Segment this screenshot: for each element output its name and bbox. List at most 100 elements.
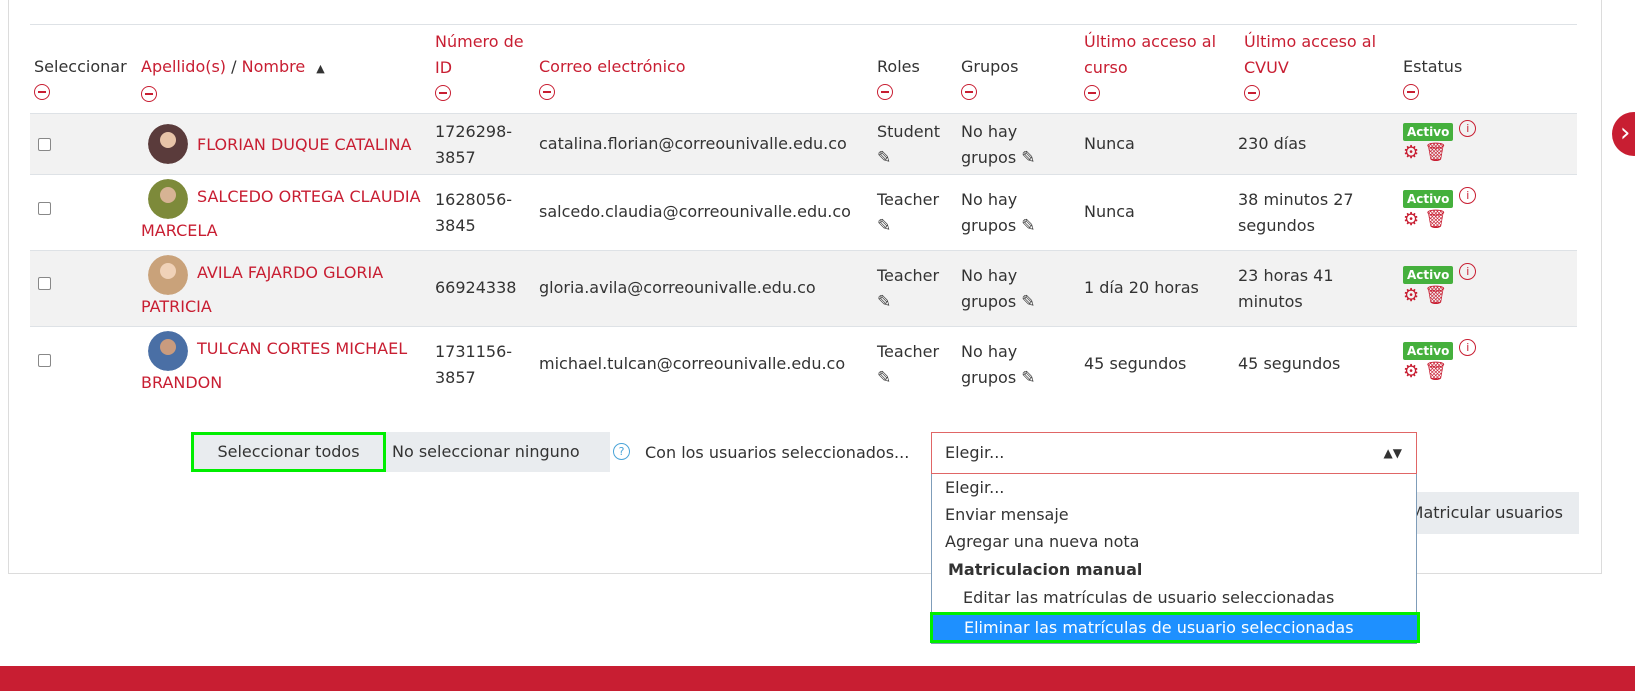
status-cell: Activo i ⚙ 🗑: [1403, 187, 1477, 231]
bulk-action-dropdown: Elegir... Enviar mensaje Agregar una nue…: [930, 474, 1420, 644]
select-all-button[interactable]: Seleccionar todos: [191, 432, 386, 472]
collapse-status-icon[interactable]: [1403, 84, 1419, 100]
user-name-link-cont[interactable]: BRANDON: [141, 366, 222, 399]
option-choose[interactable]: Elegir...: [945, 474, 1004, 501]
user-id: 1628056- 3845: [435, 190, 513, 235]
user-name-link[interactable]: SALCEDO ORTEGA CLAUDIA: [197, 180, 421, 213]
header-email-link[interactable]: Correo electrónico: [539, 57, 686, 76]
page-footer: [0, 666, 1635, 691]
select-value: Elegir...: [945, 443, 1005, 462]
user-groups: No hay grupos ✎: [961, 339, 1036, 391]
select-none-button[interactable]: No seleccionar ninguno: [386, 432, 610, 472]
collapse-groups-icon[interactable]: [961, 84, 977, 100]
status-badge: Activo: [1403, 190, 1454, 208]
avatar: [148, 124, 188, 164]
sort-asc-icon: ▲: [316, 62, 325, 75]
collapse-select-icon[interactable]: [34, 84, 50, 100]
pencil-icon[interactable]: ✎: [1021, 365, 1035, 391]
user-name-link-cont[interactable]: MARCELA: [141, 214, 218, 247]
user-role: Teacher ✎: [877, 339, 939, 391]
last-course-access: Nunca: [1084, 134, 1135, 153]
avatar: [148, 255, 188, 295]
pencil-icon[interactable]: ✎: [1021, 289, 1035, 315]
header-select: Seleccionar: [34, 57, 127, 76]
last-site-access: 230 días: [1238, 134, 1307, 153]
info-icon[interactable]: i: [1459, 339, 1477, 356]
last-course-access: 45 segundos: [1084, 354, 1187, 373]
header-last-course-link[interactable]: Último acceso al curso: [1084, 32, 1216, 77]
collapse-last-course-icon[interactable]: [1084, 85, 1100, 101]
avatar: [148, 331, 188, 371]
user-id: 66924338: [435, 278, 517, 297]
info-icon[interactable]: i: [1459, 120, 1477, 137]
trash-icon[interactable]: 🗑: [1424, 142, 1447, 163]
user-groups: No hay grupos ✎: [961, 119, 1036, 171]
option-send-message[interactable]: Enviar mensaje: [945, 501, 1069, 528]
collapse-id-icon[interactable]: [435, 85, 451, 101]
user-name-link[interactable]: AVILA FAJARDO GLORIA: [197, 256, 383, 289]
avatar: [148, 179, 188, 219]
info-icon[interactable]: i: [1459, 187, 1477, 204]
option-edit-enrolments[interactable]: Editar las matrículas de usuario selecci…: [963, 584, 1334, 611]
trash-icon[interactable]: 🗑: [1424, 361, 1447, 382]
trash-icon[interactable]: 🗑: [1424, 285, 1447, 306]
last-site-access: 38 minutos 27 segundos: [1238, 190, 1354, 235]
pencil-icon[interactable]: ✎: [1021, 213, 1035, 239]
with-selected-label: Con los usuarios seleccionados...: [645, 443, 910, 462]
user-email: michael.tulcan@correounivalle.edu.co: [539, 354, 846, 373]
status-cell: Activo i ⚙ 🗑: [1403, 263, 1477, 307]
option-add-note[interactable]: Agregar una nueva nota: [945, 528, 1139, 555]
last-course-access: Nunca: [1084, 202, 1135, 221]
table-row: SALCEDO ORTEGA CLAUDIA MARCELA 1628056- 3…: [30, 174, 1577, 251]
row-checkbox[interactable]: [38, 277, 51, 290]
user-role: Teacher ✎: [877, 187, 939, 239]
user-name-link[interactable]: FLORIAN DUQUE CATALINA: [197, 128, 411, 161]
status-badge: Activo: [1403, 266, 1454, 284]
user-role: Teacher ✎: [877, 263, 939, 315]
header-last-site-link[interactable]: Último acceso al CVUV: [1244, 32, 1376, 77]
user-email: gloria.avila@correounivalle.edu.co: [539, 278, 816, 297]
gear-icon[interactable]: ⚙: [1403, 361, 1419, 382]
collapse-roles-icon[interactable]: [877, 84, 893, 100]
header-id-link[interactable]: Número de ID: [435, 32, 524, 77]
gear-icon[interactable]: ⚙: [1403, 285, 1419, 306]
collapse-name-icon[interactable]: [141, 86, 157, 102]
gear-icon[interactable]: ⚙: [1403, 209, 1419, 230]
status-cell: Activo i ⚙ 🗑: [1403, 339, 1477, 383]
header-groups: Grupos: [961, 57, 1019, 76]
table-row: AVILA FAJARDO GLORIA PATRICIA 66924338 g…: [30, 250, 1577, 327]
question-circle-icon[interactable]: ?: [613, 443, 630, 460]
status-badge: Activo: [1403, 123, 1454, 141]
table-row: FLORIAN DUQUE CATALINA 1726298- 3857 cata…: [30, 113, 1577, 175]
header-surname-link[interactable]: Apellido(s): [141, 57, 226, 76]
pencil-icon[interactable]: ✎: [877, 289, 891, 315]
user-name-link-cont[interactable]: PATRICIA: [141, 290, 212, 323]
next-block-button[interactable]: ›: [1612, 112, 1635, 156]
user-name-link[interactable]: TULCAN CORTES MICHAEL: [197, 332, 407, 365]
optgroup-manual-enrol: Matriculacion manual: [948, 560, 1143, 579]
pencil-icon[interactable]: ✎: [877, 213, 891, 239]
user-email: salcedo.claudia@correounivalle.edu.co: [539, 202, 851, 221]
pencil-icon[interactable]: ✎: [1021, 145, 1035, 171]
pencil-icon[interactable]: ✎: [877, 365, 891, 391]
pencil-icon[interactable]: ✎: [877, 145, 891, 171]
collapse-last-site-icon[interactable]: [1244, 85, 1260, 101]
row-checkbox[interactable]: [38, 138, 51, 151]
last-course-access: 1 día 20 horas: [1084, 278, 1199, 297]
collapse-email-icon[interactable]: [539, 84, 555, 100]
gear-icon[interactable]: ⚙: [1403, 142, 1419, 163]
status-badge: Activo: [1403, 342, 1454, 360]
trash-icon[interactable]: 🗑: [1424, 209, 1447, 230]
row-checkbox[interactable]: [38, 202, 51, 215]
bulk-action-select[interactable]: Elegir... ▲▼: [931, 432, 1417, 474]
table-header: Seleccionar Apellido(s) / Nombre ▲ Númer…: [30, 24, 1577, 114]
user-groups: No hay grupos ✎: [961, 263, 1036, 315]
row-checkbox[interactable]: [38, 354, 51, 367]
header-name-link[interactable]: Nombre: [242, 57, 306, 76]
last-site-access: 23 horas 41 minutos: [1238, 266, 1334, 311]
option-delete-enrolments[interactable]: Eliminar las matrículas de usuario selec…: [930, 612, 1420, 643]
user-id: 1726298- 3857: [435, 122, 513, 167]
table-row: TULCAN CORTES MICHAEL BRANDON 1731156- 38…: [30, 326, 1577, 403]
user-groups: No hay grupos ✎: [961, 187, 1036, 239]
info-icon[interactable]: i: [1459, 263, 1477, 280]
